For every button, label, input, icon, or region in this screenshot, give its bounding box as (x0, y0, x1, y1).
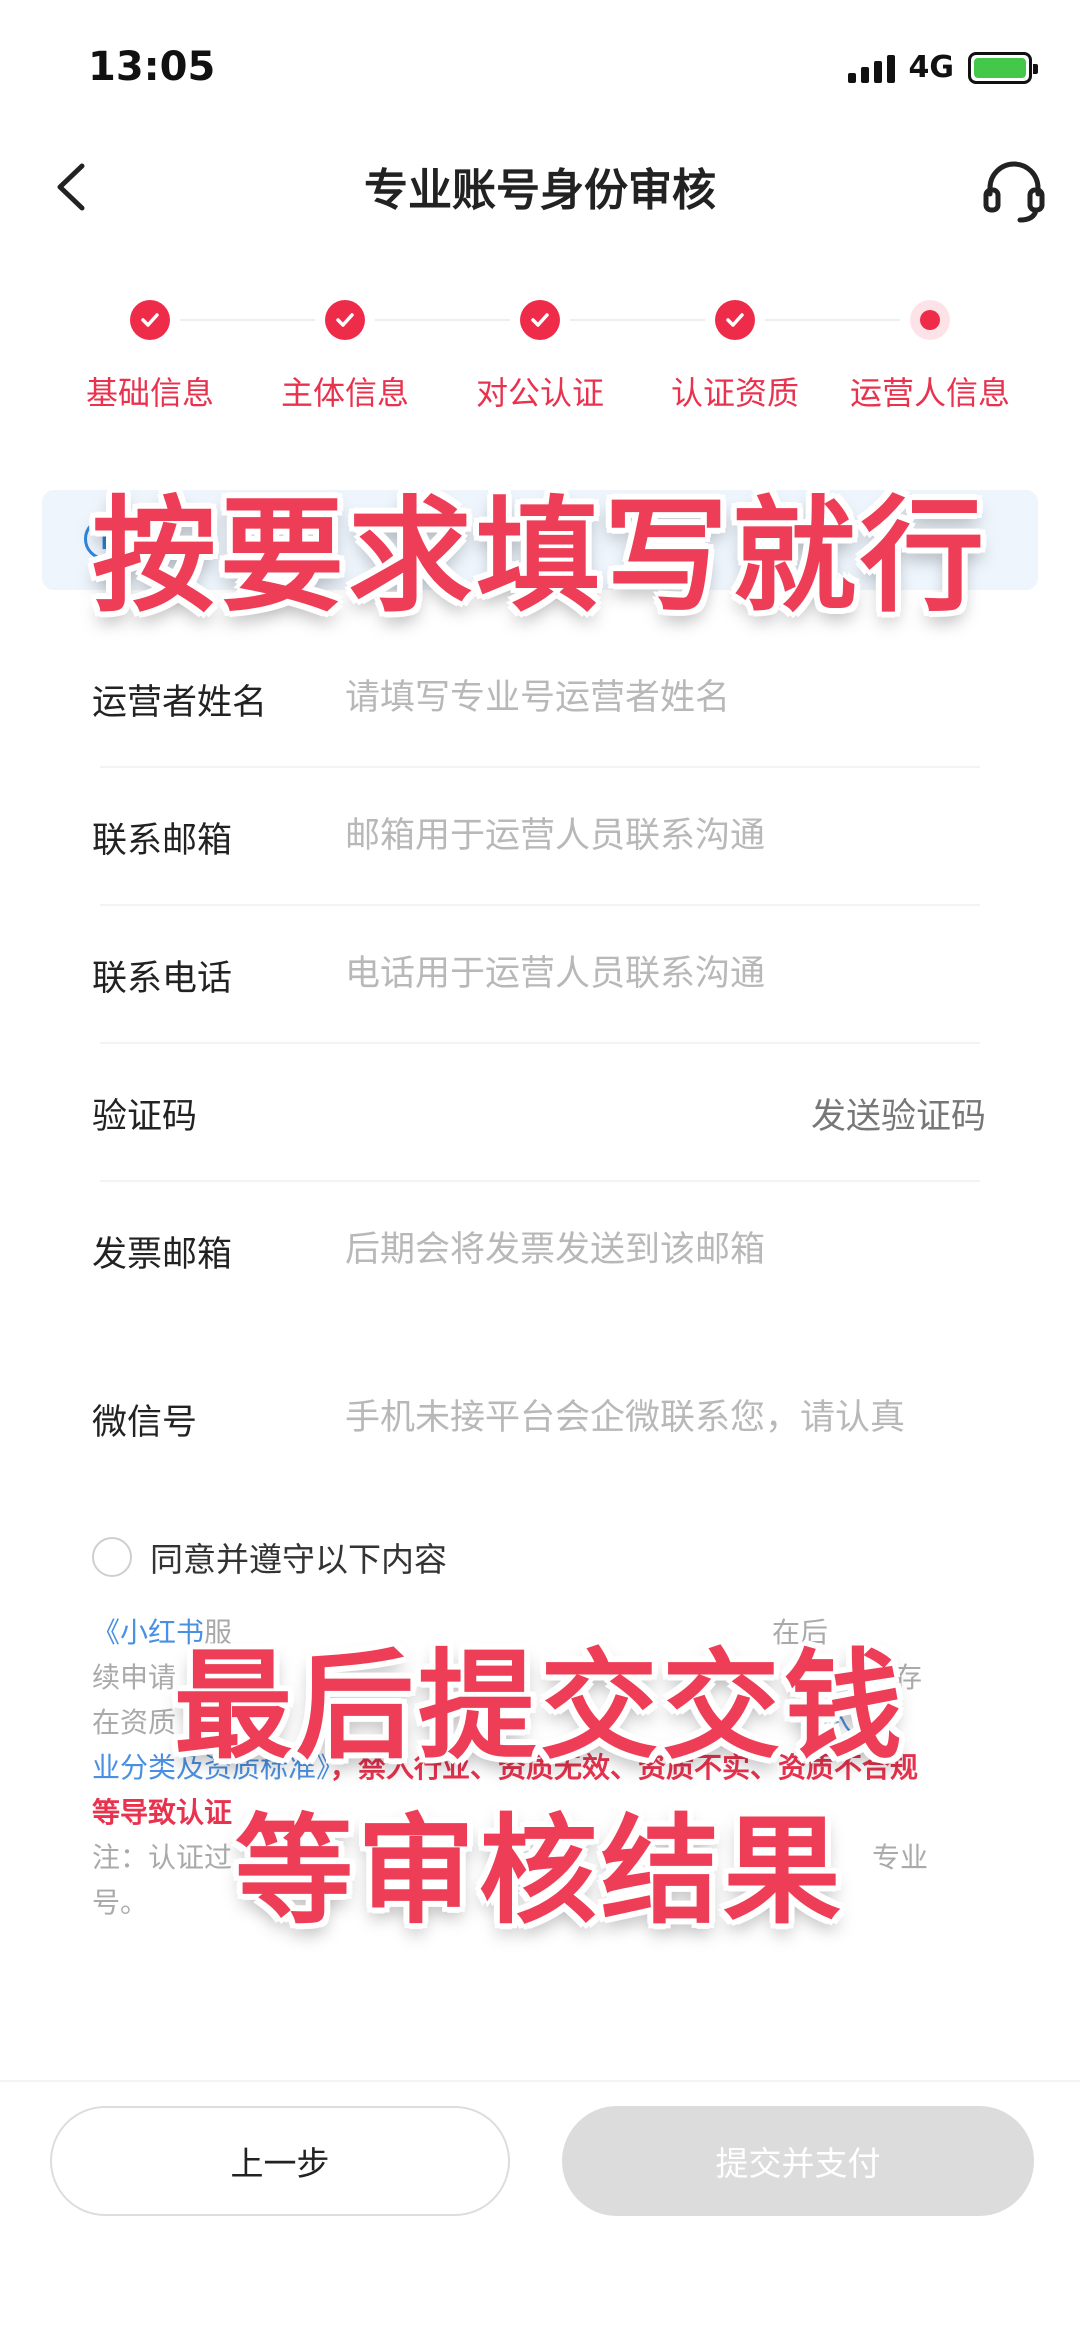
overlay-caption-bottom-1: 最后提交交钱 (173, 1637, 906, 1775)
agreement-row: 同意并遵守以下内容 (92, 1533, 447, 1581)
status-icons: 4G (847, 50, 1038, 85)
page-title: 专业账号身份审核 (364, 165, 716, 216)
contact-phone-row: 联系电话 (0, 906, 1080, 1044)
submit-pay-button[interactable]: 提交并支付 (562, 2106, 1034, 2216)
battery-icon (968, 51, 1038, 84)
status-time: 13:05 (88, 44, 216, 90)
verify-code-row: 验证码 发送验证码 (0, 1044, 1080, 1182)
step-operator-info: 运营人信息 (830, 300, 1030, 414)
invoice-email-label: 发票邮箱 (92, 1235, 233, 1275)
contact-phone-label: 联系电话 (92, 959, 233, 999)
wechat-input[interactable] (345, 1388, 985, 1448)
operator-name-row: 运营者姓名 (0, 630, 1080, 768)
signal-icon (847, 53, 895, 83)
previous-step-button[interactable]: 上一步 (50, 2106, 510, 2216)
invoice-email-row: 发票邮箱 (0, 1182, 1080, 1320)
operator-name-label: 运营者姓名 (92, 683, 268, 723)
step-entity-info: 主体信息 (245, 300, 445, 414)
overlay-caption-bottom-2: 等审核结果 (234, 1802, 845, 1940)
step-label: 基础信息 (85, 374, 214, 412)
invoice-email-input[interactable] (345, 1220, 985, 1280)
step-corporate-verify: 对公认证 (440, 300, 640, 414)
current-step-dot (910, 300, 950, 340)
overlay-caption-top: 按要求填写就行 (91, 485, 988, 629)
agreement-label: 同意并遵守以下内容 (150, 1540, 447, 1579)
check-icon (520, 300, 560, 340)
customer-support-button[interactable] (974, 150, 1054, 230)
progress-steps: 基础信息 主体信息 对公认证 认证资质 运营人信息 (0, 290, 1080, 440)
headset-icon (983, 161, 1045, 223)
contact-email-label: 联系邮箱 (92, 821, 233, 861)
wechat-row: 微信号 (0, 1350, 1080, 1488)
check-icon (715, 300, 755, 340)
agreement-radio[interactable] (92, 1537, 132, 1577)
contact-email-input[interactable] (345, 806, 985, 866)
wechat-label: 微信号 (92, 1403, 198, 1443)
step-label: 主体信息 (280, 374, 409, 412)
bottom-action-bar: 上一步 提交并支付 (0, 2080, 1080, 2337)
step-qualification: 认证资质 (635, 300, 835, 414)
step-label: 对公认证 (475, 374, 604, 412)
step-label: 认证资质 (670, 374, 799, 412)
nav-bar: 专业账号身份审核 (0, 130, 1080, 250)
status-bar: 13:05 4G (0, 0, 1080, 130)
contact-email-row: 联系邮箱 (0, 768, 1080, 906)
network-type: 4G (908, 50, 955, 85)
send-code-button[interactable]: 发送验证码 (811, 1088, 986, 1139)
contact-phone-input[interactable] (345, 944, 985, 1004)
check-icon (130, 300, 170, 340)
step-basic-info: 基础信息 (50, 300, 250, 414)
step-label: 运营人信息 (849, 374, 1010, 412)
verify-code-label: 验证码 (92, 1097, 198, 1137)
operator-name-input[interactable] (345, 668, 985, 728)
check-icon (325, 300, 365, 340)
verify-code-input[interactable] (345, 1082, 725, 1142)
